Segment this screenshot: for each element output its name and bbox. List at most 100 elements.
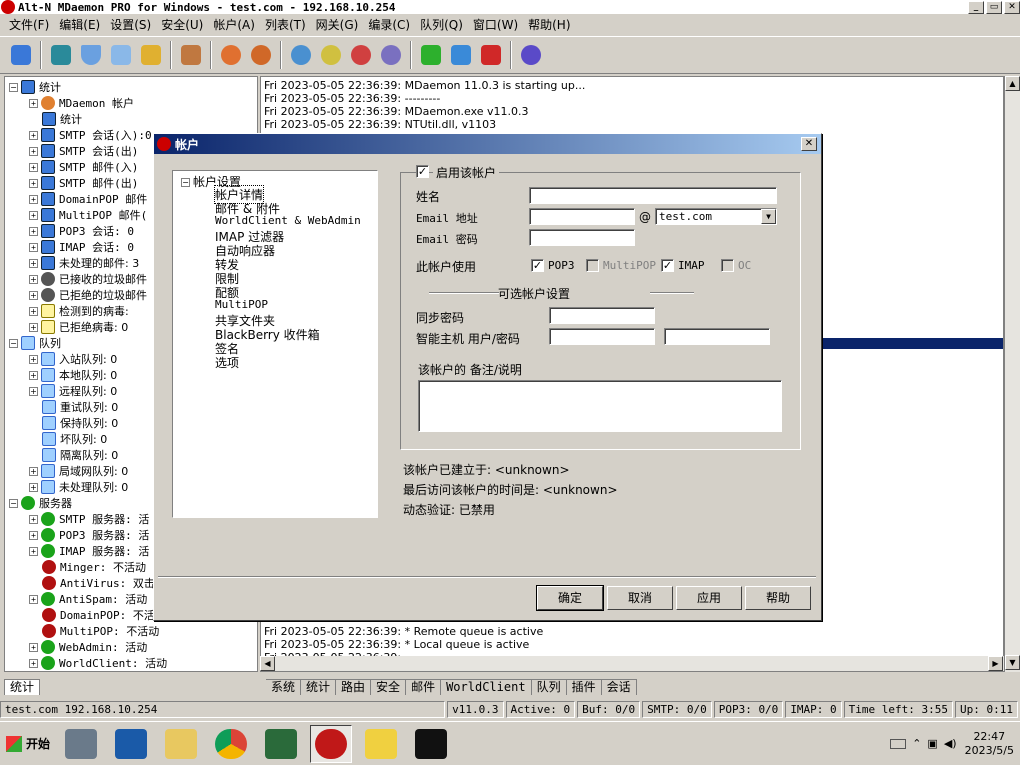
expand-icon[interactable]: + — [29, 290, 38, 300]
expand-icon[interactable]: + — [29, 162, 38, 172]
tab-statistics[interactable]: 统计 — [301, 679, 337, 695]
expand-icon[interactable]: + — [29, 594, 38, 604]
keyboard-icon[interactable] — [890, 738, 907, 749]
sync-password-input[interactable] — [549, 307, 655, 324]
toolbar-blue-button[interactable] — [448, 42, 474, 68]
tree-node-server-imap[interactable]: + IMAP 服务器: 活 — [29, 543, 149, 559]
taskbar-help[interactable] — [360, 725, 402, 763]
smarthost-user-input[interactable] — [549, 328, 655, 345]
tree-node-queue-holding[interactable]: 保持队列: 0 — [42, 415, 118, 431]
tree-node-stats[interactable]: 统计 — [42, 111, 82, 127]
menu-queues[interactable]: 队列(Q) — [415, 16, 468, 33]
tree-node-queue-unprocessed[interactable]: + 未处理队列: 0 — [29, 479, 128, 495]
smarthost-password-input[interactable] — [664, 328, 770, 345]
taskbar-powershell[interactable] — [110, 725, 152, 763]
tree-node-multipop-mail[interactable]: + MultiPOP 邮件( — [29, 207, 147, 223]
log-horizontal-scrollbar[interactable]: ◀ ▶ — [260, 656, 1004, 671]
toolbar-process-queue-1-button[interactable] — [288, 42, 314, 68]
toolbar-red-button[interactable] — [478, 42, 504, 68]
tree-node-viruses-detected[interactable]: + 检测到的病毒: — [29, 303, 129, 319]
expand-icon[interactable]: + — [29, 386, 38, 396]
toolbar-filter-button[interactable] — [78, 42, 104, 68]
multipop-checkbox[interactable] — [586, 259, 599, 272]
tab-security[interactable]: 安全 — [371, 679, 407, 695]
apply-button[interactable]: 应用 — [676, 586, 742, 610]
toolbar-green-button[interactable] — [418, 42, 444, 68]
taskbar-cmd[interactable] — [410, 725, 452, 763]
expand-icon[interactable]: + — [29, 306, 38, 316]
taskbar-monitor-app[interactable] — [260, 725, 302, 763]
expand-icon[interactable]: + — [29, 274, 38, 284]
start-button[interactable]: 开始 — [0, 727, 56, 761]
tray-expand-icon[interactable]: ⌃ — [912, 737, 921, 750]
domain-select[interactable]: test.com ▼ — [655, 208, 777, 225]
expand-icon[interactable]: + — [29, 466, 38, 476]
toolbar-refresh-button[interactable] — [48, 42, 74, 68]
volume-icon[interactable]: ◀) — [944, 737, 957, 750]
tree-node-queue-local[interactable]: + 本地队列: 0 — [29, 367, 117, 383]
tree-node-server-smtp[interactable]: + SMTP 服务器: 活 — [29, 511, 149, 527]
expand-icon[interactable]: + — [29, 226, 38, 236]
menu-lists[interactable]: 列表(T) — [260, 16, 311, 33]
imap-checkbox[interactable]: ✓ — [661, 259, 674, 272]
taskbar-chrome[interactable] — [210, 725, 252, 763]
tree-node-smtp-out-sessions[interactable]: + SMTP 会话(出) — [29, 143, 138, 159]
toolbar-search-button[interactable] — [108, 42, 134, 68]
email-input[interactable] — [529, 208, 635, 225]
toolbar-find-user-button[interactable] — [178, 42, 204, 68]
toolbar-help-button[interactable] — [518, 42, 544, 68]
expand-icon[interactable]: + — [29, 242, 38, 252]
log-vertical-scrollbar[interactable]: ▲ ▼ — [1004, 76, 1020, 672]
scroll-right-icon[interactable]: ▶ — [988, 656, 1003, 671]
menu-security[interactable]: 安全(U) — [156, 16, 208, 33]
menu-help[interactable]: 帮助(H) — [523, 16, 575, 33]
tab-queues[interactable]: 队列 — [531, 679, 567, 695]
collapse-icon[interactable]: − — [9, 338, 18, 348]
notes-textarea[interactable] — [418, 380, 782, 432]
nav-multipop[interactable]: MultiPOP — [215, 298, 268, 311]
scroll-left-icon[interactable]: ◀ — [260, 656, 275, 671]
tree-node-server-antispam[interactable]: + AntiSpam: 活动 — [29, 591, 147, 607]
tree-node-server-worldclient[interactable]: + WorldClient: 活动 — [29, 655, 167, 671]
cancel-button[interactable]: 取消 — [607, 586, 673, 610]
tree-node-server-webadmin[interactable]: + WebAdmin: 活动 — [29, 639, 147, 655]
menu-accounts[interactable]: 帐户(A) — [208, 16, 260, 33]
tree-node-pop3-sessions[interactable]: + POP3 会话: 0 — [29, 223, 134, 239]
toolbar-process-queue-2-button[interactable] — [318, 42, 344, 68]
chevron-down-icon[interactable]: ▼ — [761, 209, 776, 224]
collapse-icon[interactable]: − — [9, 498, 18, 508]
tree-node-queues-root[interactable]: − 队列 — [9, 335, 61, 351]
tree-node-server-multipop[interactable]: MultiPOP: 不活动 — [42, 623, 159, 639]
tree-node-servers-root[interactable]: − 服务器 — [9, 495, 72, 511]
tree-node-unprocessed-mail[interactable]: + 未处理的邮件: 3 — [29, 255, 139, 271]
taskbar-explorer[interactable] — [160, 725, 202, 763]
expand-icon[interactable]: + — [29, 98, 38, 108]
tree-node-smtp-out-mail[interactable]: + SMTP 邮件(出) — [29, 175, 138, 191]
tab-plugins[interactable]: 插件 — [566, 679, 602, 695]
expand-icon[interactable]: + — [29, 482, 38, 492]
menu-edit[interactable]: 编辑(E) — [54, 16, 105, 33]
nav-worldclient-webadmin[interactable]: WorldClient & WebAdmin — [215, 214, 361, 227]
tree-node-queue-bad[interactable]: 坏队列: 0 — [42, 431, 107, 447]
tree-node-server-antivirus[interactable]: AntiVirus: 双击 — [42, 575, 155, 591]
taskbar-server-manager[interactable] — [60, 725, 102, 763]
tree-node-smtp-in-sessions[interactable]: + SMTP 会话(入):0 — [29, 127, 152, 143]
expand-icon[interactable]: + — [29, 130, 38, 140]
tree-node-viruses-refused[interactable]: + 已拒绝病毒: 0 — [29, 319, 128, 335]
toolbar-monitor-button[interactable] — [8, 42, 34, 68]
name-input[interactable] — [529, 187, 777, 204]
tab-worldclient[interactable]: WorldClient — [441, 679, 532, 695]
tab-system[interactable]: 系统 — [266, 679, 302, 695]
nav-options[interactable]: 选项 — [215, 354, 239, 371]
tree-node-server-domainpop[interactable]: DomainPOP: 不活 — [42, 607, 155, 623]
expand-icon[interactable]: + — [29, 658, 38, 668]
expand-icon[interactable]: + — [29, 178, 38, 188]
tree-node-mdaemon-accounts[interactable]: + MDaemon 帐户 — [29, 95, 134, 111]
tab-mail[interactable]: 邮件 — [406, 679, 442, 695]
expand-icon[interactable]: + — [29, 194, 38, 204]
tree-node-stats-root[interactable]: − 统计 — [9, 79, 61, 95]
menu-file[interactable]: 文件(F) — [4, 16, 54, 33]
toolbar-account-button[interactable] — [218, 42, 244, 68]
minimize-button[interactable]: _ — [968, 0, 984, 14]
menu-gateways[interactable]: 网关(G) — [311, 16, 364, 33]
